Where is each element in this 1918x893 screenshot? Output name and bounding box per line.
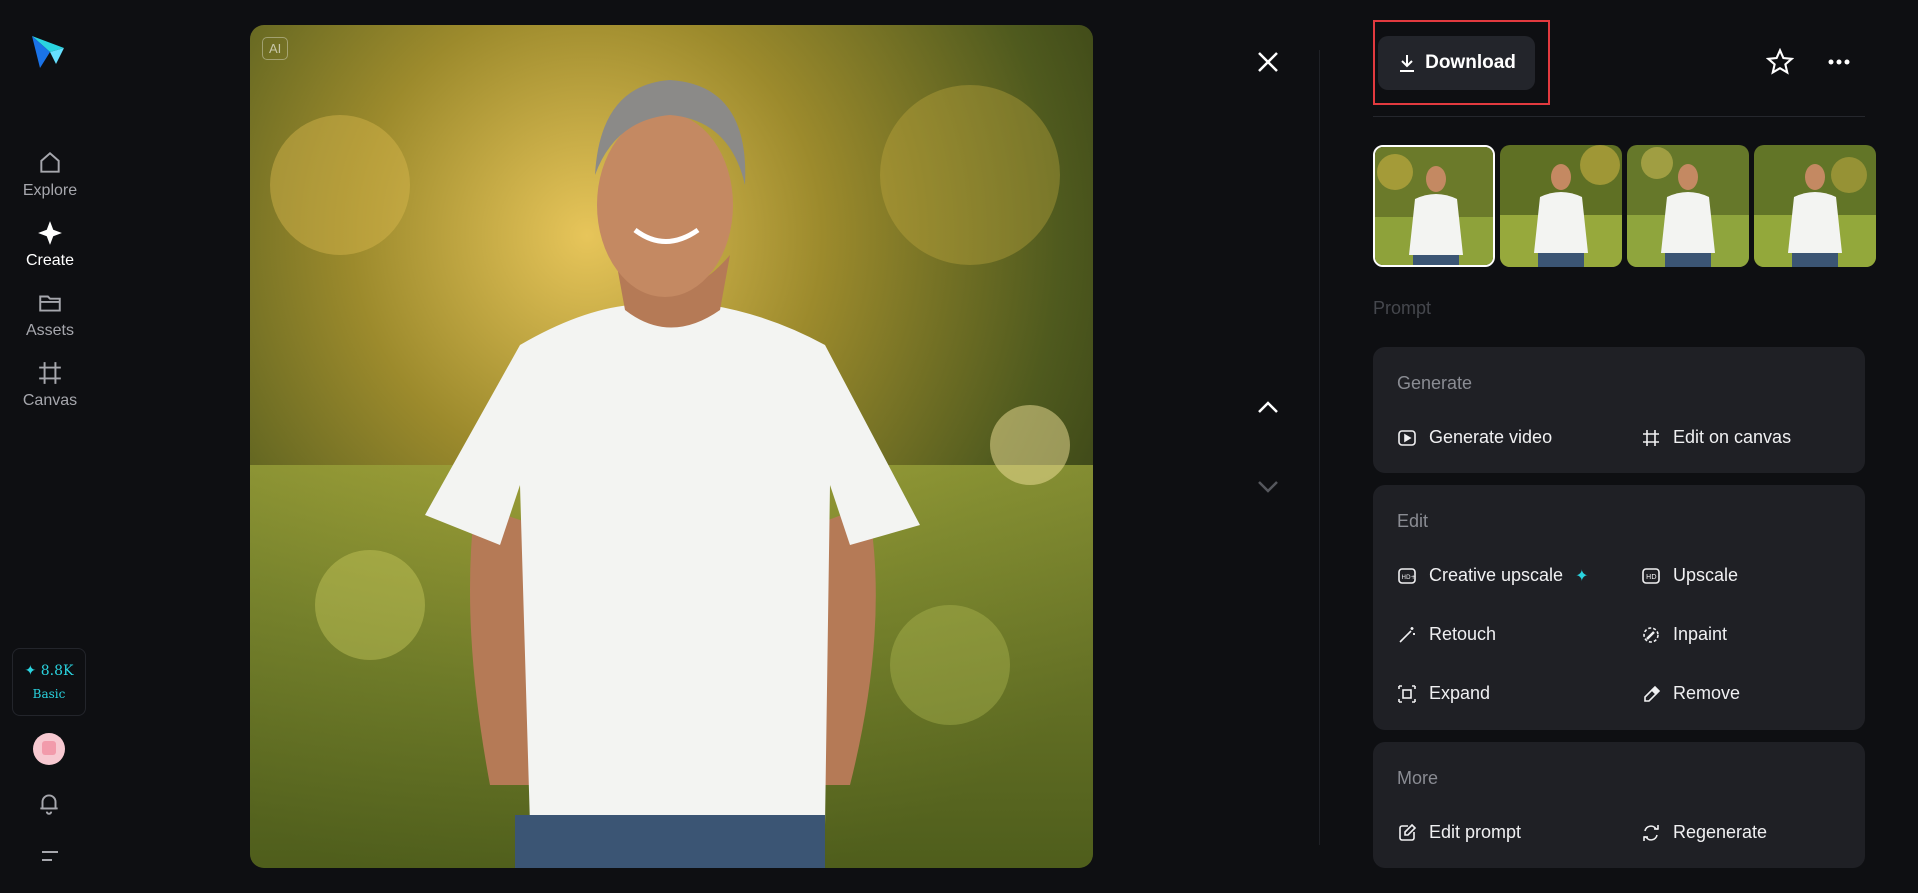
- plan-label: Basic: [32, 687, 66, 701]
- sparkle-icon: [38, 221, 62, 245]
- nav-assets[interactable]: Assets: [0, 290, 100, 340]
- retouch-button[interactable]: Retouch: [1397, 624, 1496, 645]
- logo-icon[interactable]: [30, 34, 66, 70]
- home-icon: [40, 151, 60, 173]
- expand-button[interactable]: Expand: [1397, 683, 1490, 704]
- nav-create[interactable]: Create: [0, 220, 100, 270]
- svg-text:HD+: HD+: [1402, 574, 1416, 581]
- panel-divider-horizontal: [1373, 116, 1865, 117]
- regenerate-button[interactable]: Regenerate: [1641, 822, 1767, 843]
- thumbnail-image: [1754, 145, 1876, 267]
- portrait-image: [250, 25, 1093, 868]
- highlight-box: [1373, 20, 1550, 105]
- close-icon[interactable]: [1252, 46, 1284, 78]
- magic-wand-icon: [1399, 626, 1415, 643]
- variant-thumbnail[interactable]: [1373, 145, 1495, 267]
- action-label: Expand: [1429, 683, 1491, 703]
- play-video-icon: [1398, 429, 1416, 446]
- action-label: Upscale: [1673, 565, 1739, 585]
- inpaint-button[interactable]: Inpaint: [1641, 624, 1727, 645]
- variant-thumbnail[interactable]: [1627, 145, 1749, 267]
- action-label: Creative upscale: [1429, 565, 1564, 585]
- section-title: Generate: [1397, 373, 1473, 393]
- inpaint-icon: [1643, 626, 1659, 643]
- remove-button[interactable]: Remove: [1641, 683, 1740, 704]
- variant-thumbnail[interactable]: [1500, 145, 1622, 267]
- more-section: More Edit prompt Regenerate: [1373, 742, 1865, 868]
- left-sidebar: Explore Create Assets Canvas ✦ 8.8K Basi…: [0, 0, 100, 893]
- more-options-icon[interactable]: [1825, 48, 1853, 76]
- avatar[interactable]: [33, 733, 65, 765]
- hd-icon: HD: [1642, 567, 1660, 584]
- nav-canvas[interactable]: Canvas: [0, 360, 100, 410]
- expand-icon: [1398, 684, 1416, 703]
- hd-plus-icon: HD+: [1398, 567, 1416, 584]
- app-root: Explore Create Assets Canvas ✦ 8.8K Basi…: [0, 0, 1918, 893]
- nav-label: Create: [25, 252, 75, 269]
- chevron-up-icon[interactable]: [1252, 392, 1284, 424]
- action-label: Inpaint: [1673, 624, 1728, 644]
- thumbnail-image: [1375, 147, 1493, 265]
- action-label: Remove: [1673, 683, 1741, 703]
- menu-icon[interactable]: [38, 846, 62, 866]
- action-label: Edit prompt: [1429, 822, 1522, 842]
- edit-prompt-button[interactable]: Edit prompt: [1397, 822, 1521, 843]
- nav-explore[interactable]: Explore: [0, 150, 100, 200]
- folder-icon: [39, 295, 61, 312]
- regenerate-icon: [1643, 824, 1659, 841]
- prompt-label: Prompt: [1373, 298, 1432, 318]
- eraser-icon: [1644, 685, 1661, 702]
- panel-divider: [1319, 50, 1320, 845]
- credits-amount: ✦ 8.8K: [24, 663, 74, 679]
- variant-thumbnail[interactable]: [1754, 145, 1876, 267]
- canvas-icon: [39, 362, 61, 384]
- svg-text:HD: HD: [1646, 573, 1657, 581]
- sparkle-icon: ✦: [1575, 567, 1589, 585]
- nav-label: Assets: [25, 322, 74, 339]
- upscale-button[interactable]: HD Upscale: [1641, 565, 1738, 586]
- canvas-icon: [1643, 429, 1659, 446]
- edit-section: Edit HD+ Creative upscale ✦ HD Upscale R…: [1373, 485, 1865, 730]
- ai-badge: AI: [262, 37, 289, 60]
- action-label: Retouch: [1429, 624, 1497, 644]
- bell-icon[interactable]: [36, 790, 62, 816]
- nav-label: Canvas: [22, 392, 78, 409]
- action-label: Edit on canvas: [1673, 427, 1792, 447]
- edit-on-canvas-button[interactable]: Edit on canvas: [1641, 427, 1791, 448]
- thumbnail-image: [1500, 145, 1622, 267]
- nav-label: Explore: [22, 182, 78, 199]
- section-title: Edit: [1397, 511, 1429, 531]
- action-label: Regenerate: [1673, 822, 1768, 842]
- edit-prompt-icon: [1399, 823, 1417, 841]
- star-icon[interactable]: [1766, 48, 1794, 76]
- generate-video-button[interactable]: Generate video: [1397, 427, 1552, 448]
- action-label: Generate video: [1429, 427, 1553, 447]
- credits-badge[interactable]: ✦ 8.8K Basic: [12, 648, 86, 716]
- thumbnail-image: [1627, 145, 1749, 267]
- generated-image[interactable]: AI: [250, 25, 1093, 868]
- section-title: More: [1397, 768, 1439, 788]
- generate-section: Generate Generate video Edit on canvas: [1373, 347, 1865, 473]
- chevron-down-icon[interactable]: [1252, 470, 1284, 502]
- creative-upscale-button[interactable]: HD+ Creative upscale ✦: [1397, 565, 1588, 586]
